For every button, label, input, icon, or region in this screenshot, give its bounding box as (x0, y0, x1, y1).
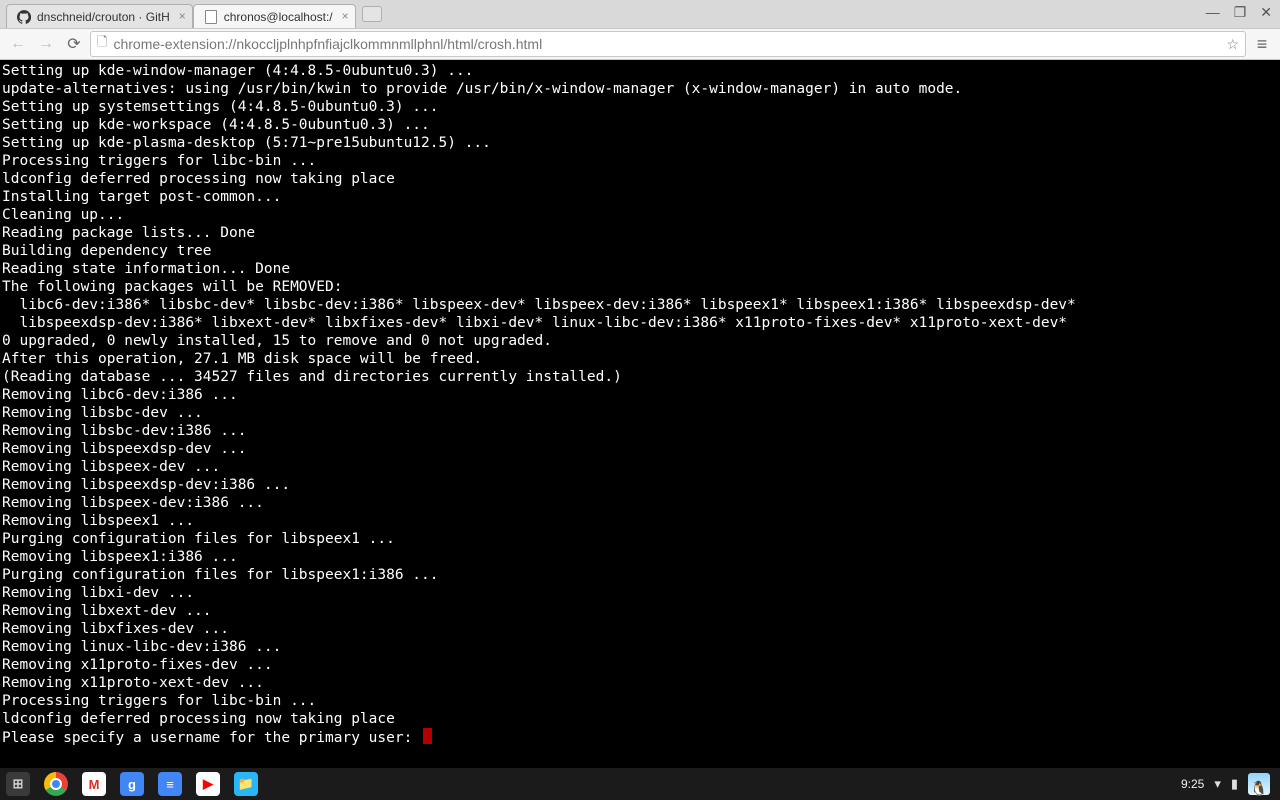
terminal-line: Reading package lists... Done (2, 224, 1278, 242)
terminal-line: Removing x11proto-xext-dev ... (2, 674, 1278, 692)
github-icon (17, 10, 31, 24)
terminal-line: Removing libspeexdsp-dev:i386 ... (2, 476, 1278, 494)
tab-strip: dnschneid/crouton · GitH × chronos@local… (0, 0, 1280, 28)
terminal-line: Removing libxfixes-dev ... (2, 620, 1278, 638)
chrome-icon[interactable] (44, 772, 68, 796)
google-docs-icon[interactable]: ≡ (158, 772, 182, 796)
bookmark-star-icon[interactable]: ☆ (1226, 36, 1239, 53)
back-button[interactable]: ← (6, 32, 30, 56)
battery-icon: ▮ (1231, 776, 1238, 792)
tab-crosh[interactable]: chronos@localhost:/ × (193, 4, 356, 28)
terminal-line: Removing libspeex-dev ... (2, 458, 1278, 476)
close-window-button[interactable]: ✕ (1260, 4, 1272, 21)
terminal-line: Purging configuration files for libspeex… (2, 566, 1278, 584)
terminal-line: Removing libspeexdsp-dev ... (2, 440, 1278, 458)
tab-github[interactable]: dnschneid/crouton · GitH × (6, 4, 193, 28)
browser-chrome: dnschneid/crouton · GitH × chronos@local… (0, 0, 1280, 60)
launcher-icon[interactable]: ⊞ (6, 772, 30, 796)
terminal-line: libc6-dev:i386* libsbc-dev* libsbc-dev:i… (2, 296, 1278, 314)
terminal-line: After this operation, 27.1 MB disk space… (2, 350, 1278, 368)
terminal-line: Setting up systemsettings (4:4.8.5-0ubun… (2, 98, 1278, 116)
terminal-line: ldconfig deferred processing now taking … (2, 710, 1278, 728)
minimize-button[interactable]: — (1206, 4, 1220, 21)
terminal-line: update-alternatives: using /usr/bin/kwin… (2, 80, 1278, 98)
terminal-line: Removing libsbc-dev ... (2, 404, 1278, 422)
tab-title: dnschneid/crouton · GitH (37, 10, 170, 24)
terminal-line: ldconfig deferred processing now taking … (2, 170, 1278, 188)
terminal-line: Setting up kde-plasma-desktop (5:71~pre1… (2, 134, 1278, 152)
terminal-line: Removing libsbc-dev:i386 ... (2, 422, 1278, 440)
shelf-apps: ⊞ M g ≡ ▶ 📁 (6, 772, 258, 796)
wifi-icon: ▾ (1214, 776, 1221, 792)
address-bar[interactable]: 🗋 ☆ (90, 31, 1246, 57)
terminal-line: Removing libspeex1:i386 ... (2, 548, 1278, 566)
window-controls: — ❐ ✕ (1206, 4, 1272, 21)
terminal-cursor (423, 728, 432, 744)
terminal-line: (Reading database ... 34527 files and di… (2, 368, 1278, 386)
terminal-line: Building dependency tree (2, 242, 1278, 260)
close-icon[interactable]: × (179, 9, 186, 23)
terminal-line: Removing libxext-dev ... (2, 602, 1278, 620)
terminal-line: Removing x11proto-fixes-dev ... (2, 656, 1278, 674)
terminal-line: Cleaning up... (2, 206, 1278, 224)
reload-button[interactable]: ⟳ (62, 32, 86, 56)
close-icon[interactable]: × (342, 9, 349, 23)
terminal-line: Removing linux-libc-dev:i386 ... (2, 638, 1278, 656)
terminal-line: 0 upgraded, 0 newly installed, 15 to rem… (2, 332, 1278, 350)
chrome-menu-button[interactable]: ≡ (1250, 32, 1274, 56)
chromeos-shelf: ⊞ M g ≡ ▶ 📁 9:25 ▾ ▮ (0, 768, 1280, 800)
terminal-line: Setting up kde-window-manager (4:4.8.5-0… (2, 62, 1278, 80)
tab-title: chronos@localhost:/ (224, 10, 333, 24)
terminal-line: Removing libspeex1 ... (2, 512, 1278, 530)
terminal-line: Processing triggers for libc-bin ... (2, 692, 1278, 710)
url-input[interactable] (113, 36, 1220, 52)
google-search-icon[interactable]: g (120, 772, 144, 796)
gmail-icon[interactable]: M (82, 772, 106, 796)
terminal-line: Setting up kde-workspace (4:4.8.5-0ubunt… (2, 116, 1278, 134)
terminal-line: Reading state information... Done (2, 260, 1278, 278)
terminal-line: libspeexdsp-dev:i386* libxext-dev* libxf… (2, 314, 1278, 332)
terminal-prompt[interactable]: Please specify a username for the primar… (2, 728, 1278, 747)
terminal-line: Removing libxi-dev ... (2, 584, 1278, 602)
forward-button[interactable]: → (34, 32, 58, 56)
crosh-terminal[interactable]: Setting up kde-window-manager (4:4.8.5-0… (0, 60, 1280, 768)
maximize-button[interactable]: ❐ (1234, 4, 1247, 21)
site-info-icon[interactable]: 🗋 (97, 33, 107, 55)
browser-toolbar: ← → ⟳ 🗋 ☆ ≡ (0, 28, 1280, 60)
youtube-icon[interactable]: ▶ (196, 772, 220, 796)
page-icon (204, 10, 218, 24)
terminal-line: Processing triggers for libc-bin ... (2, 152, 1278, 170)
terminal-line: The following packages will be REMOVED: (2, 278, 1278, 296)
new-tab-button[interactable] (362, 6, 382, 22)
status-tray[interactable]: 9:25 ▾ ▮ (1181, 773, 1274, 795)
terminal-line: Removing libspeex-dev:i386 ... (2, 494, 1278, 512)
terminal-line: Installing target post-common... (2, 188, 1278, 206)
terminal-line: Purging configuration files for libspeex… (2, 530, 1278, 548)
user-avatar-icon[interactable] (1248, 773, 1270, 795)
terminal-line: Removing libc6-dev:i386 ... (2, 386, 1278, 404)
files-icon[interactable]: 📁 (234, 772, 258, 796)
clock: 9:25 (1181, 777, 1204, 791)
